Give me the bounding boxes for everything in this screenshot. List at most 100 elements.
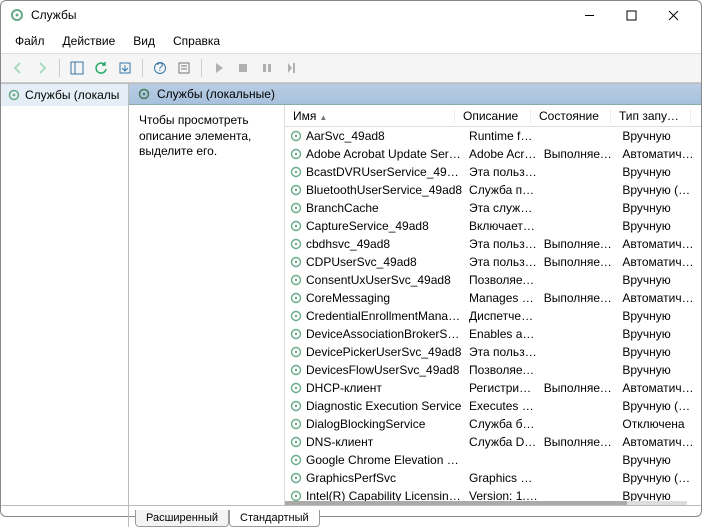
cell-desc: Позволяет… [469, 273, 544, 287]
menu-view[interactable]: Вид [125, 31, 163, 51]
gear-icon [137, 87, 151, 101]
sort-asc-icon: ▲ [316, 113, 327, 122]
cell-desc: Эта польз… [469, 165, 544, 179]
stop-service-button[interactable] [232, 57, 254, 79]
cell-desc: Диспетчер… [469, 309, 544, 323]
cell-desc: Manages c… [469, 291, 544, 305]
cell-desc: Включает … [469, 219, 544, 233]
gear-icon [289, 129, 303, 143]
table-row[interactable]: DeviceAssociationBrokerSv…Enables ap…Вру… [285, 325, 701, 343]
gear-icon [289, 417, 303, 431]
table-row[interactable]: BcastDVRUserService_49ad8Эта польз…Вручн… [285, 163, 701, 181]
menu-action[interactable]: Действие [55, 31, 124, 51]
close-button[interactable] [653, 1, 693, 29]
cell-name: Adobe Acrobat Update Serv… [306, 147, 469, 161]
cell-desc: Adobe Acr… [469, 147, 544, 161]
tree-root-node[interactable]: Службы (локалы [1, 84, 128, 106]
properties-button[interactable] [173, 57, 195, 79]
cell-start: Автоматиче… [622, 435, 701, 449]
table-row[interactable]: DevicePickerUserSvc_49ad8Эта польз…Вручн… [285, 343, 701, 361]
col-state[interactable]: Состояние [531, 109, 611, 123]
table-row[interactable]: BranchCacheЭта служб…Вручную [285, 199, 701, 217]
cell-start: Автоматиче… [622, 255, 701, 269]
table-row[interactable]: AarSvc_49ad8Runtime fo…Вручную [285, 127, 701, 145]
cell-name: DHCP-клиент [306, 381, 469, 395]
gear-icon [289, 237, 303, 251]
gear-icon [289, 255, 303, 269]
cell-name: DNS-клиент [306, 435, 469, 449]
gear-icon [289, 471, 303, 485]
table-row[interactable]: Adobe Acrobat Update Serv…Adobe Acr…Выпо… [285, 145, 701, 163]
help-button[interactable]: ? [149, 57, 171, 79]
cell-desc: Эта служб… [469, 201, 544, 215]
cell-start: Вручную [622, 345, 701, 359]
table-row[interactable]: DHCP-клиентРегистрир…ВыполняетсяАвтомати… [285, 379, 701, 397]
description-panel: Чтобы просмотреть описание элемента, выд… [129, 105, 284, 505]
table-row[interactable]: GraphicsPerfSvcGraphics p… Вручную (ак… [285, 469, 701, 487]
table-row[interactable]: Diagnostic Execution ServiceExecutes di…… [285, 397, 701, 415]
export-button[interactable] [114, 57, 136, 79]
cell-start: Автоматиче… [622, 291, 701, 305]
gear-icon [289, 399, 303, 413]
tab-extended[interactable]: Расширенный [135, 510, 229, 527]
col-name[interactable]: Имя▲ [285, 109, 455, 123]
cell-desc: Executes di… [469, 399, 544, 413]
cell-start: Вручную (ак… [622, 471, 701, 485]
table-row[interactable]: DialogBlockingServiceСлужба б…Отключена [285, 415, 701, 433]
gear-icon [289, 453, 303, 467]
separator [142, 59, 143, 77]
menu-file[interactable]: Файл [7, 31, 53, 51]
cell-start: Вручную [622, 129, 701, 143]
forward-button[interactable] [31, 57, 53, 79]
view-tabs: Расширенный Стандартный [129, 505, 701, 527]
cell-name: CredentialEnrollmentMana… [306, 309, 469, 323]
cell-desc: Graphics p… [469, 471, 544, 485]
table-row[interactable]: Intel(R) Capability Licensing…Version: 1… [285, 487, 701, 501]
table-row[interactable]: CDPUserSvc_49ad8Эта польз…ВыполняетсяАвт… [285, 253, 701, 271]
cell-name: CaptureService_49ad8 [306, 219, 469, 233]
minimize-button[interactable] [569, 1, 609, 29]
cell-start: Вручную (ак… [622, 399, 701, 413]
gear-icon [289, 363, 303, 377]
tree-pane: Службы (локалы [1, 84, 129, 527]
cell-desc: Эта польз… [469, 237, 544, 251]
cell-name: BranchCache [306, 201, 469, 215]
tab-standard[interactable]: Стандартный [229, 510, 320, 527]
restart-service-button[interactable] [280, 57, 302, 79]
table-row[interactable]: CaptureService_49ad8Включает …Вручную [285, 217, 701, 235]
gear-icon [289, 489, 303, 501]
gear-icon [289, 381, 303, 395]
col-description[interactable]: Описание [455, 109, 531, 123]
pause-service-button[interactable] [256, 57, 278, 79]
cell-name: Google Chrome Elevation S… [306, 453, 469, 467]
rows-container[interactable]: AarSvc_49ad8Runtime fo…ВручнуюAdobe Acro… [285, 127, 701, 501]
cell-state: Выполняется [544, 147, 623, 161]
menu-help[interactable]: Справка [165, 31, 228, 51]
cell-name: BluetoothUserService_49ad8 [306, 183, 469, 197]
table-row[interactable]: DevicesFlowUserSvc_49ad8Позволяет…Вручну… [285, 361, 701, 379]
scroll-thumb[interactable] [285, 501, 627, 505]
cell-name: CDPUserSvc_49ad8 [306, 255, 469, 269]
maximize-button[interactable] [611, 1, 651, 29]
table-row[interactable]: BluetoothUserService_49ad8Служба п…Вручн… [285, 181, 701, 199]
cell-desc: Позволяет… [469, 363, 544, 377]
table-row[interactable]: CredentialEnrollmentMana…Диспетчер… Вручн… [285, 307, 701, 325]
table-row[interactable]: CoreMessagingManages c…ВыполняетсяАвтома… [285, 289, 701, 307]
table-row[interactable]: Google Chrome Elevation S…Вручную [285, 451, 701, 469]
horizontal-scrollbar[interactable] [285, 501, 687, 505]
body-split: Службы (локалы Службы (локальные) Чтобы … [1, 83, 701, 527]
cell-start: Вручную [622, 309, 701, 323]
start-service-button[interactable] [208, 57, 230, 79]
table-row[interactable]: ConsentUxUserSvc_49ad8Позволяет…Вручную [285, 271, 701, 289]
table-row[interactable]: cbdhsvc_49ad8Эта польз…ВыполняетсяАвтома… [285, 235, 701, 253]
svg-text:?: ? [157, 61, 164, 74]
cell-name: GraphicsPerfSvc [306, 471, 469, 485]
show-tree-button[interactable] [66, 57, 88, 79]
service-list: Имя▲ Описание Состояние Тип запуска AarS… [284, 105, 701, 505]
col-startup[interactable]: Тип запуска [611, 109, 691, 123]
cell-desc: Runtime fo… [469, 129, 544, 143]
table-row[interactable]: DNS-клиентСлужба D…ВыполняетсяАвтоматиче… [285, 433, 701, 451]
back-button[interactable] [7, 57, 29, 79]
cell-desc: Version: 1.4… [469, 489, 544, 501]
refresh-button[interactable] [90, 57, 112, 79]
